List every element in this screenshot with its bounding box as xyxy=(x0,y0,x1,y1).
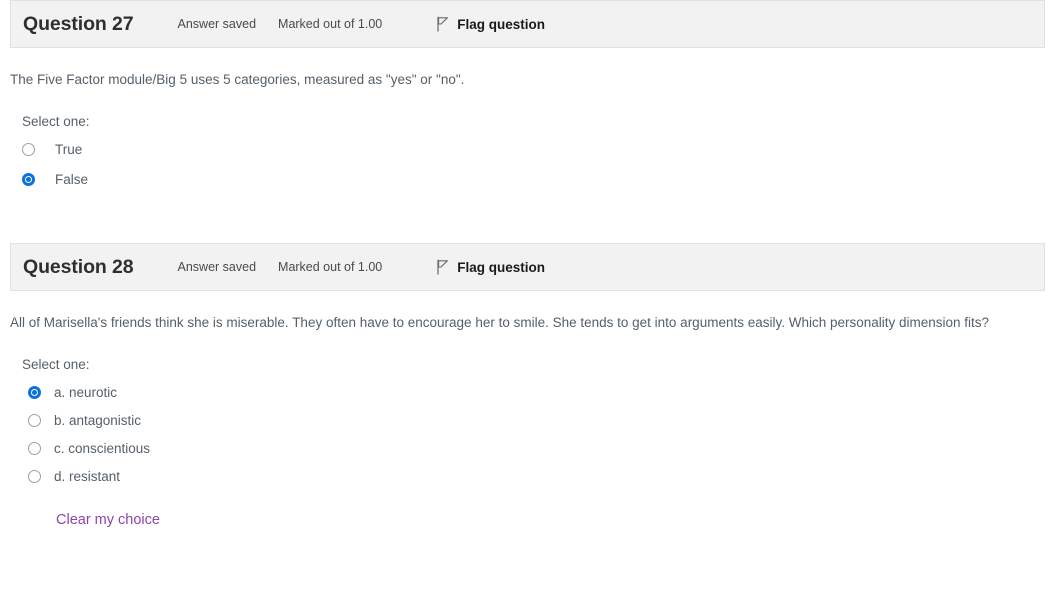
flag-question-label-27: Flag question xyxy=(457,16,546,32)
answer-area-27: Select one: True False xyxy=(10,92,1045,187)
option-row[interactable]: c. conscientious xyxy=(10,441,1045,456)
option-label-true[interactable]: True xyxy=(55,142,82,157)
radio-button-false[interactable] xyxy=(22,173,35,186)
flag-question-label-28: Flag question xyxy=(457,259,546,275)
question-text-28: All of Marisella's friends think she is … xyxy=(10,315,990,330)
question-block-28: Question 28 Answer saved Marked out of 1… xyxy=(0,243,1055,529)
radio-button-option-c[interactable] xyxy=(28,442,41,455)
option-label-false[interactable]: False xyxy=(55,172,88,187)
option-row[interactable]: True xyxy=(10,142,1045,157)
radio-button-option-a[interactable] xyxy=(28,386,41,399)
radio-button-option-b[interactable] xyxy=(28,414,41,427)
question-number-28: Question 28 xyxy=(23,255,134,278)
question-body-28: All of Marisella's friends think she is … xyxy=(0,291,1055,529)
option-label-d[interactable]: d. resistant xyxy=(54,469,120,484)
question-body-27: The Five Factor module/Big 5 uses 5 cate… xyxy=(0,48,1055,187)
select-one-prompt-28: Select one: xyxy=(22,357,90,372)
question-number-27: Question 27 xyxy=(23,12,134,35)
question-grade-28: Marked out of 1.00 xyxy=(278,260,383,274)
flag-question-button-27[interactable]: Flag question xyxy=(436,16,545,32)
flag-outline-icon xyxy=(436,259,450,275)
question-state-27: Answer saved xyxy=(177,17,257,31)
option-label-c[interactable]: c. conscientious xyxy=(54,441,150,456)
option-row[interactable]: d. resistant xyxy=(10,469,1045,484)
quiz-page: Question 27 Answer saved Marked out of 1… xyxy=(0,0,1055,529)
option-label-b[interactable]: b. antagonistic xyxy=(54,413,141,428)
option-row[interactable]: a. neurotic xyxy=(10,385,1045,400)
radio-button-true[interactable] xyxy=(22,143,35,156)
question-spacer xyxy=(0,202,1055,243)
option-row[interactable]: False xyxy=(10,172,1045,187)
answer-area-28: Select one: a. neurotic b. antagonistic … xyxy=(10,335,1045,529)
select-one-prompt-27: Select one: xyxy=(22,114,90,129)
question-grade-27: Marked out of 1.00 xyxy=(278,17,383,31)
option-row[interactable]: b. antagonistic xyxy=(10,413,1045,428)
flag-outline-icon xyxy=(436,16,450,32)
option-label-a[interactable]: a. neurotic xyxy=(54,385,117,400)
question-header-28: Question 28 Answer saved Marked out of 1… xyxy=(10,243,1045,291)
question-header-27: Question 27 Answer saved Marked out of 1… xyxy=(10,0,1045,48)
question-text-27: The Five Factor module/Big 5 uses 5 cate… xyxy=(10,72,465,87)
question-state-28: Answer saved xyxy=(177,260,257,274)
clear-my-choice-link[interactable]: Clear my choice xyxy=(56,512,160,528)
flag-question-button-28[interactable]: Flag question xyxy=(436,259,545,275)
question-block-27: Question 27 Answer saved Marked out of 1… xyxy=(0,0,1055,187)
radio-button-option-d[interactable] xyxy=(28,470,41,483)
